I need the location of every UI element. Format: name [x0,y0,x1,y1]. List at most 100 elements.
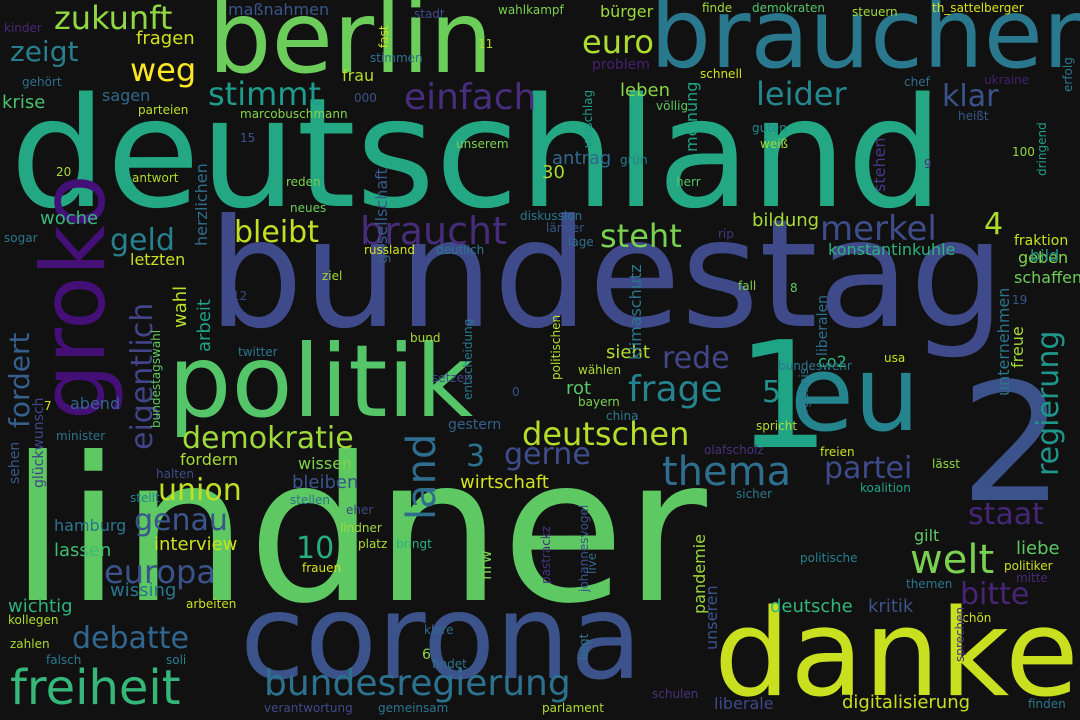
word: bleiben [292,472,359,493]
word: schnell [700,67,743,81]
word: china [606,409,639,423]
word: frage [628,369,723,410]
word: nrw [476,550,495,580]
word: parlament [542,701,604,715]
word: klimaschutz [626,264,645,360]
word: falsch [46,653,82,667]
word: dringend [1035,122,1049,176]
word: herr [676,175,701,189]
word: spricht [756,419,798,433]
word: 19 [1012,293,1028,307]
word: zeigt [10,35,79,68]
word: parteien [138,103,189,117]
word: staat [968,497,1044,532]
word: bundeswehr [778,359,852,373]
word: leider [756,75,847,113]
word: digitalisierung [842,692,971,713]
word: bund [410,331,441,345]
word: finde [702,1,733,15]
word: steht [600,217,682,255]
word: stellen [290,493,330,507]
word: 100 [1012,145,1035,159]
word: länder [546,221,585,235]
word: usa [884,351,906,365]
word: lindner [340,521,382,535]
word: wahl [170,285,191,328]
word: bürger [600,2,654,21]
word: vorschlag [581,89,595,148]
word: wirtschaft [460,472,549,493]
word: gehört [22,75,62,89]
word: 10 [296,531,335,566]
word: liebe [1016,538,1060,559]
word: liegt [577,633,591,660]
word: gerne [504,437,591,472]
word: 000 [354,91,377,105]
word: regierung [1031,330,1066,476]
word: olafscholz [704,443,764,457]
word: findet [432,657,467,671]
word: lage [568,235,594,249]
word: freien [820,445,855,459]
word: klare [424,623,454,637]
word: neues [290,201,327,215]
word: problem [592,57,650,73]
word: sagen [102,86,151,105]
word: arbeit [194,299,215,352]
word: 7 [44,399,52,413]
word: deutsche [770,596,853,617]
word: kollegen [8,613,59,627]
word: bringt [396,537,432,551]
word: th_sattelberger [932,1,1024,15]
word: krise [2,92,46,113]
word: koalition [860,481,911,495]
word: demokraten [752,1,825,15]
word: thema [662,449,792,495]
word: bayern [578,395,620,409]
word: rede [662,341,730,376]
word: wahlkampf [498,3,564,17]
word: ziel [322,269,343,283]
word: chef [904,75,930,89]
word: 9 [924,157,932,171]
word: themen [906,577,953,591]
word: politischen [549,314,563,380]
word: kritik [868,596,914,617]
word: weg [130,51,197,89]
word: wissing [110,580,177,601]
word: wissen [298,454,353,473]
word: fordern [180,450,239,469]
word: 6 [422,647,431,663]
word: 12 [232,289,248,303]
word: reden [286,175,321,189]
word: rip [718,227,734,241]
word: debatte [72,621,189,656]
word: liberale [714,694,774,713]
word: welt [910,537,995,583]
word: herzlichen [192,163,211,246]
word: einfach [404,77,537,118]
word: steuern [852,5,898,19]
word: bundestagswahl [149,329,163,428]
word: fall [738,279,757,293]
word: stellt [130,491,160,505]
word: euro [582,23,654,61]
word: sogar [4,231,38,245]
word: 20 [56,165,72,179]
word: stadt [414,7,445,21]
word: johannesvogel [577,504,591,592]
word: entscheidung [461,318,475,400]
word: unternehmen [994,287,1013,396]
word: lässt [932,457,960,471]
word: 5 [762,375,782,410]
word: maßnahmen [228,0,330,19]
word: verantwortung [264,701,353,715]
word: hamburg [54,516,127,535]
word: antwort [132,171,179,185]
word: wählen [578,363,622,377]
word: interview [154,534,238,555]
word: liberalen [815,295,831,356]
word: ukraine [984,73,1030,87]
word: 30 [542,162,565,183]
word: gestern [448,417,502,433]
